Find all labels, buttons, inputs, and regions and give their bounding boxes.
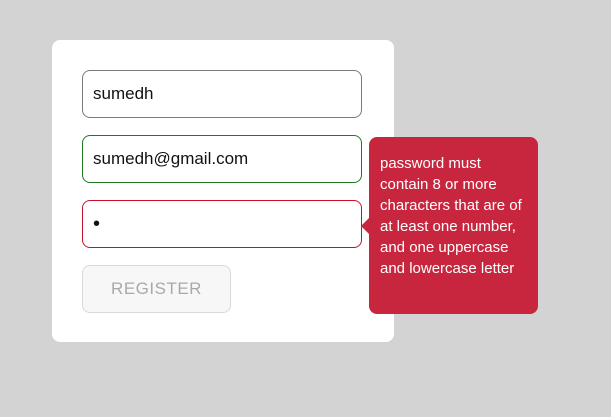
email-input[interactable] (82, 135, 362, 183)
tooltip-arrow (361, 218, 369, 234)
tooltip-message: password must contain 8 or more characte… (380, 155, 522, 277)
password-input[interactable] (82, 200, 362, 248)
password-error-tooltip: password must contain 8 or more characte… (361, 137, 538, 314)
username-input[interactable] (82, 70, 362, 118)
registration-card: REGISTER (52, 40, 394, 342)
register-button[interactable]: REGISTER (82, 265, 231, 313)
